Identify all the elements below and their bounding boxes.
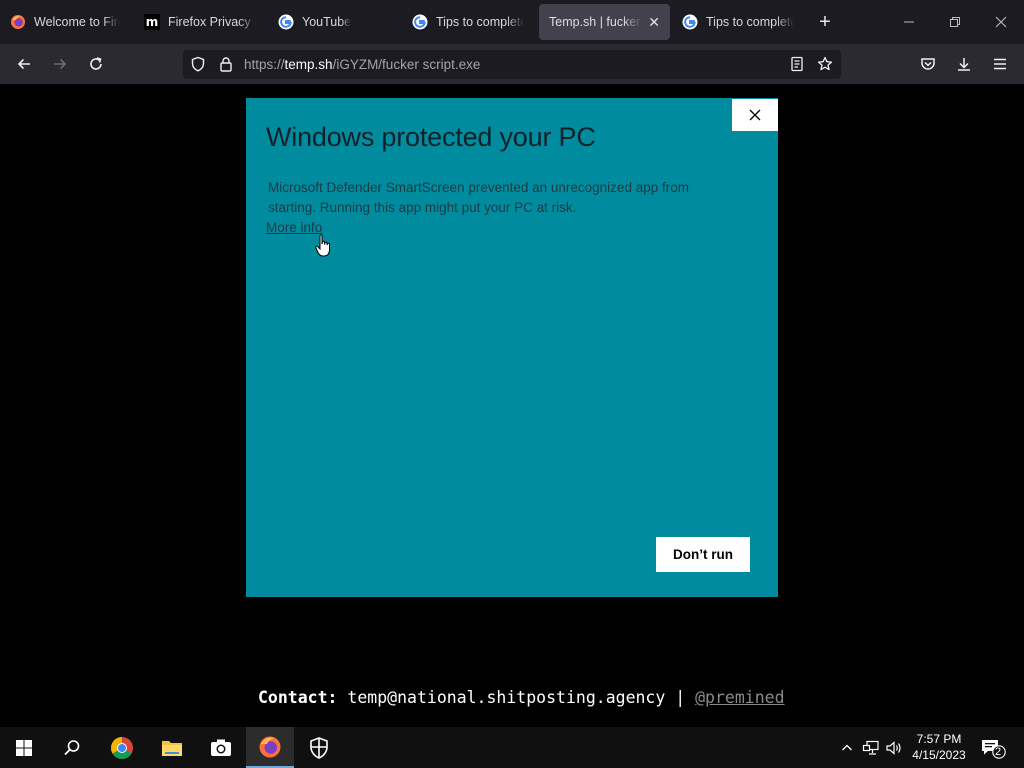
folder-icon (162, 740, 182, 756)
tab-welcome-firefox[interactable]: Welcome to Firefox (0, 4, 130, 40)
bookmark-star-icon[interactable] (817, 56, 833, 77)
google-icon (412, 14, 428, 30)
back-button[interactable] (12, 52, 36, 76)
contact-label: Contact: (258, 688, 338, 707)
google-icon (682, 14, 698, 30)
url-scheme: https:// (244, 57, 285, 72)
google-icon (278, 14, 294, 30)
tab-tips-2[interactable]: Tips to complete (672, 4, 804, 40)
volume-button[interactable] (883, 727, 905, 768)
firefox-icon (10, 14, 26, 30)
tab-temp-sh[interactable]: Temp.sh | fucker script.exe ✕ (539, 4, 670, 40)
tab-title: Firefox Privacy Notice (168, 15, 256, 29)
minimize-button[interactable] (886, 0, 932, 44)
downloads-button[interactable] (952, 52, 976, 76)
reader-view-icon[interactable] (789, 56, 805, 77)
network-icon (862, 740, 879, 755)
tab-title: YouTube (302, 15, 352, 29)
dialog-title: Windows protected your PC (266, 122, 596, 152)
dialog-message: Microsoft Defender SmartScreen prevented… (268, 180, 689, 215)
url-host: temp.sh (284, 57, 333, 72)
svg-text:m: m (146, 15, 159, 29)
minimize-icon (904, 21, 914, 23)
dont-run-button[interactable]: Don’t run (656, 537, 750, 572)
close-tab-icon[interactable]: ✕ (648, 14, 660, 31)
firefox-icon (259, 736, 281, 757)
search-button[interactable] (48, 727, 96, 768)
url-bar[interactable]: https://temp.sh/iGYZM/fucker script.exe (183, 50, 841, 79)
url-path: /iGYZM/fucker script.exe (332, 57, 481, 72)
chrome-taskbar-button[interactable] (98, 727, 146, 768)
windows-logo-icon (16, 739, 32, 756)
app-menu-button[interactable] (988, 52, 1012, 76)
network-button[interactable] (860, 727, 882, 768)
firefox-taskbar-button[interactable] (246, 727, 294, 768)
hamburger-menu-icon (994, 58, 1006, 70)
forward-arrow-icon (54, 58, 67, 70)
back-arrow-icon (17, 58, 30, 70)
contact-email[interactable]: temp@national.shitposting.agency (347, 688, 665, 707)
restore-button[interactable] (932, 0, 978, 44)
download-icon (958, 58, 970, 71)
chrome-icon (111, 736, 133, 759)
lock-icon[interactable] (218, 56, 234, 77)
windows-security-taskbar-button[interactable] (295, 727, 343, 768)
tab-title: Tips to complete (706, 15, 794, 29)
notification-count: 2 (994, 746, 1002, 758)
search-icon (64, 739, 80, 755)
tab-title: Temp.sh | fucker script.exe (549, 15, 642, 29)
forward-button[interactable] (48, 52, 72, 76)
chevron-up-icon (842, 744, 852, 750)
url-text[interactable]: https://temp.sh/iGYZM/fucker script.exe (244, 50, 480, 79)
hand-cursor-icon (315, 234, 333, 263)
reload-button[interactable] (84, 52, 108, 76)
reload-icon (90, 57, 102, 70)
tracking-protection-shield-icon[interactable] (190, 56, 206, 77)
pocket-icon (921, 58, 935, 70)
restore-icon (950, 17, 960, 27)
contact-separator: | (675, 688, 686, 707)
tab-title: Welcome to Firefox (34, 15, 120, 29)
start-button[interactable] (0, 727, 48, 768)
camera-taskbar-button[interactable] (197, 727, 245, 768)
tab-youtube[interactable]: YouTube (268, 4, 398, 40)
taskbar: 2 (0, 727, 1024, 768)
show-hidden-icons-button[interactable] (838, 727, 856, 768)
close-icon (749, 109, 761, 121)
tab-privacy-notice[interactable]: m Firefox Privacy Notice (134, 4, 266, 40)
smartscreen-dialog (246, 98, 778, 597)
pocket-button[interactable] (916, 52, 940, 76)
contact-handle-link[interactable]: @premined (695, 688, 784, 707)
new-tab-button[interactable]: + (814, 11, 836, 33)
clock-time: 7:57 PM (916, 732, 962, 746)
more-info-link[interactable]: More info (266, 220, 322, 235)
close-window-button[interactable] (978, 0, 1024, 44)
taskbar-clock[interactable]: 7:57 PM 4/15/2023 (906, 731, 972, 763)
tab-title: Tips to complete (436, 15, 524, 29)
tab-tips-1[interactable]: Tips to complete (402, 4, 534, 40)
clock-date: 4/15/2023 (912, 748, 966, 762)
speaker-icon (886, 740, 901, 755)
file-explorer-taskbar-button[interactable] (148, 727, 196, 768)
dialog-close-button[interactable] (732, 99, 778, 131)
tab-strip: Welcome to Firefox m Firefox Privacy Not… (0, 0, 1024, 44)
mozilla-icon: m (144, 14, 160, 30)
shield-icon (310, 736, 328, 759)
notification-center-button[interactable]: 2 (978, 727, 1008, 768)
contact-line: Contact: temp@national.shitposting.agenc… (258, 688, 785, 707)
camera-icon (211, 739, 231, 756)
close-icon (995, 16, 1007, 28)
